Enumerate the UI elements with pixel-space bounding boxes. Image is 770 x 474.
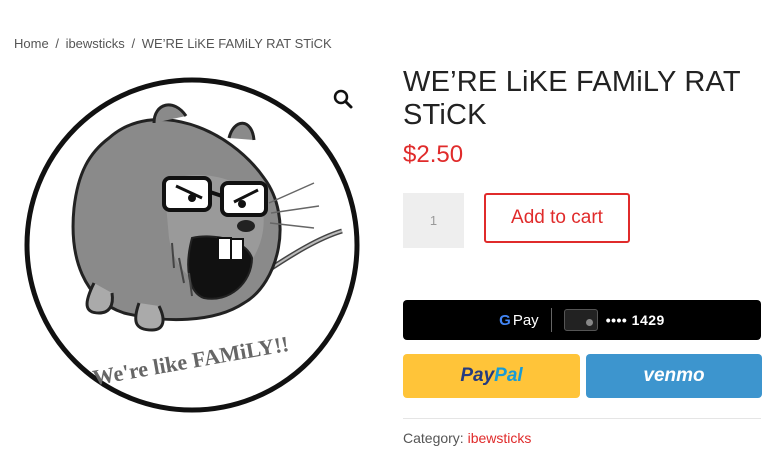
rat-sticker-illustration: We're like FAMiLY!! bbox=[24, 77, 360, 413]
paypal-button[interactable]: Pay Pal bbox=[403, 354, 580, 398]
google-pay-button[interactable]: G Pay •••• 1429 bbox=[403, 300, 761, 340]
breadcrumb: Home / ibewsticks / WE’RE LiKE FAMiLY RA… bbox=[14, 36, 332, 51]
zoom-button[interactable] bbox=[332, 88, 354, 110]
venmo-button[interactable]: venmo bbox=[586, 354, 762, 398]
category-link[interactable]: ibewsticks bbox=[468, 430, 532, 446]
product-title: WE’RE LiKE FAMiLY RAT STiCK bbox=[403, 66, 741, 131]
gpay-divider bbox=[550, 308, 552, 332]
breadcrumb-separator: / bbox=[131, 36, 136, 51]
divider bbox=[403, 418, 761, 419]
google-g-icon: G bbox=[499, 311, 511, 329]
breadcrumb-current: WE’RE LiKE FAMiLY RAT STiCK bbox=[141, 36, 332, 51]
card-icon bbox=[563, 309, 598, 331]
paypal-logo-part2: Pal bbox=[494, 365, 523, 386]
breadcrumb-category-link[interactable]: ibewsticks bbox=[66, 36, 125, 51]
product-category: Category: ibewsticks bbox=[403, 430, 531, 446]
paypal-logo-part1: Pay bbox=[460, 365, 495, 386]
product-price: $2.50 bbox=[403, 141, 464, 168]
category-label: Category: bbox=[403, 430, 464, 446]
breadcrumb-separator: / bbox=[55, 36, 59, 51]
breadcrumb-home-link[interactable]: Home bbox=[14, 36, 49, 51]
card-mask: •••• 1429 bbox=[605, 312, 665, 328]
search-icon bbox=[333, 89, 353, 109]
quantity-input[interactable] bbox=[403, 193, 464, 248]
product-image[interactable]: We're like FAMiLY!! bbox=[14, 68, 370, 418]
add-to-cart-button[interactable]: Add to cart bbox=[484, 193, 630, 243]
gpay-label: Pay bbox=[512, 311, 539, 329]
